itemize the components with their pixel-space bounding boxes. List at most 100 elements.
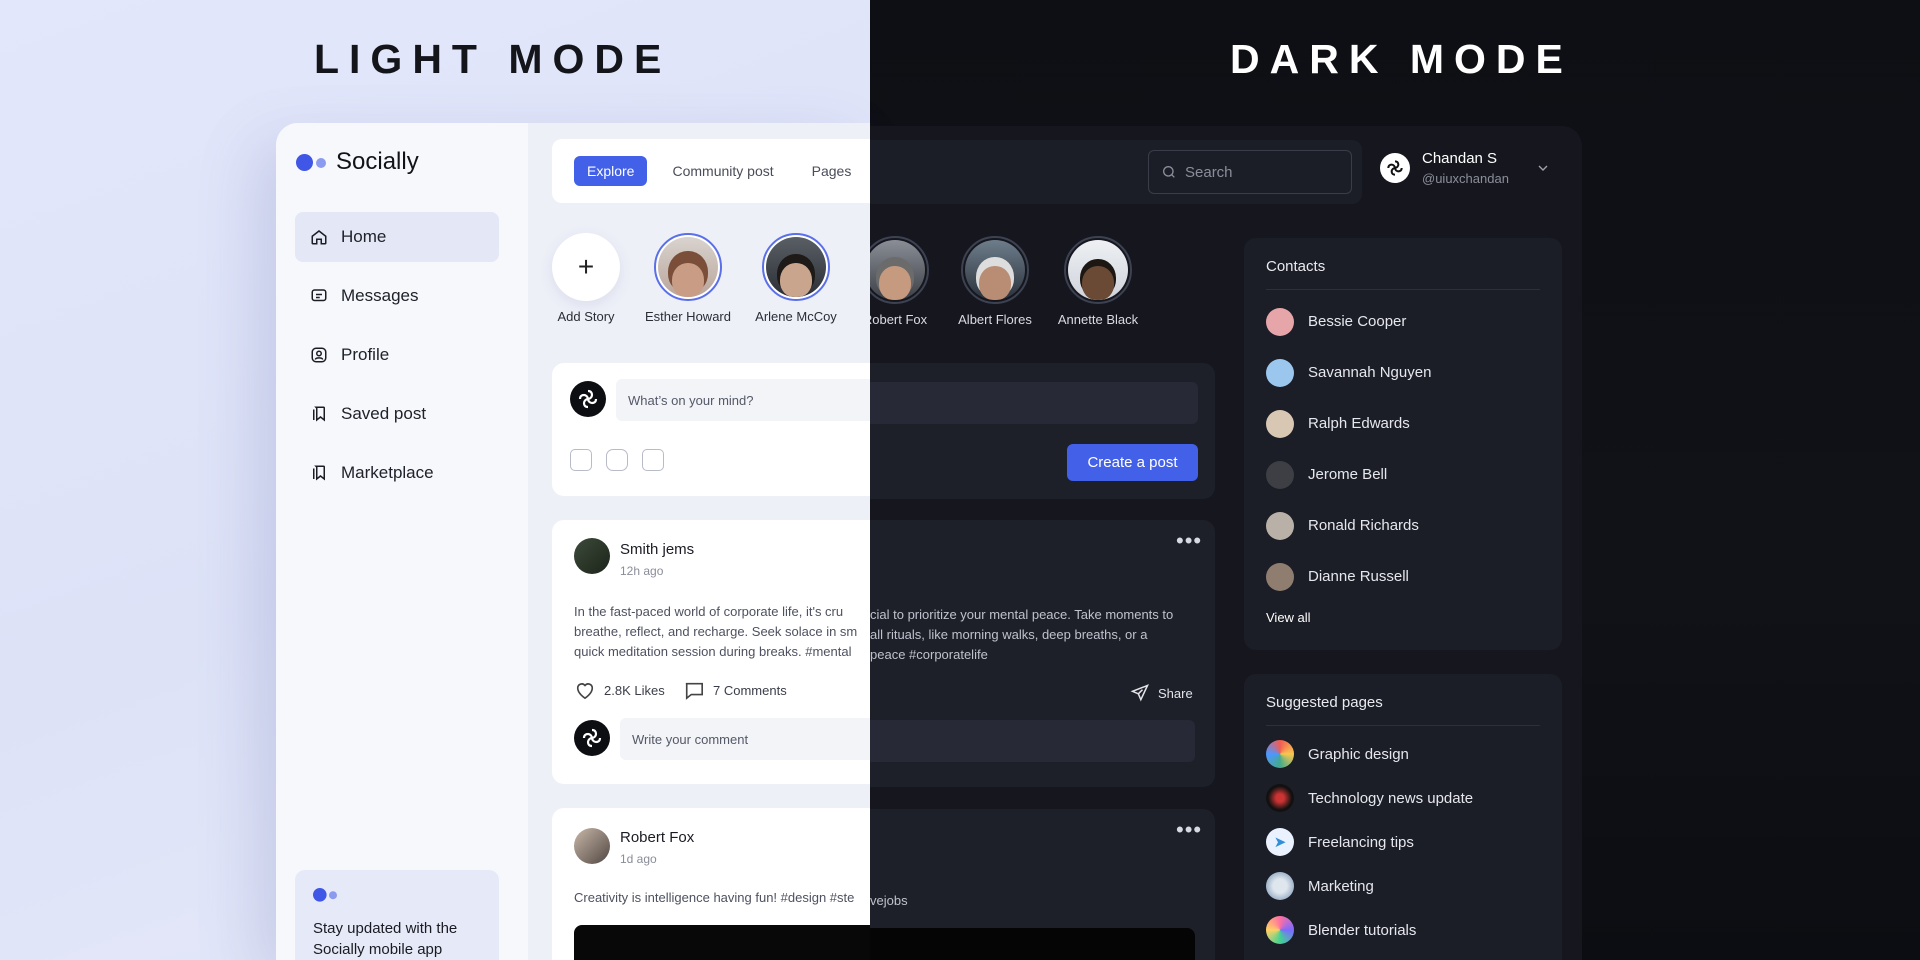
post-image[interactable] [574, 925, 870, 960]
comment-input-dark[interactable] [870, 720, 1195, 762]
whats-on-your-mind-input[interactable]: What’s on your mind? [616, 379, 870, 421]
avatar [870, 236, 929, 304]
page-name: Marketing [1308, 877, 1374, 895]
chevron-down-icon [1538, 165, 1548, 171]
post-author-block: Robert Fox 1d ago [620, 829, 694, 866]
suggested-pages-title: Suggested pages [1266, 694, 1383, 711]
post-text-line: breathe, reflect, and recharge. Seek sol… [574, 624, 858, 639]
contact-name: Dianne Russell [1308, 568, 1409, 585]
suggested-page-item[interactable]: Marketing [1244, 864, 1562, 908]
user-name: Chandan S [1422, 150, 1498, 167]
likes-count: 2.8K Likes [604, 682, 665, 698]
tab-explore[interactable]: Explore [574, 156, 648, 186]
video-icon[interactable] [606, 449, 628, 471]
sidebar-item-marketplace[interactable]: Marketplace [295, 448, 499, 498]
divider [1266, 289, 1540, 290]
avatar[interactable] [574, 538, 610, 574]
post-author[interactable]: Smith jems [620, 541, 694, 558]
post-text-line: all rituals, like morning walks, deep br… [870, 627, 1148, 642]
contact-item[interactable]: Bessie Cooper [1244, 296, 1562, 347]
tab-pages[interactable]: Pages [799, 156, 865, 186]
sidebar-item-saved-post[interactable]: Saved post [295, 389, 499, 439]
light-app-window: Socially Home Messages Profile Saved pos… [276, 123, 870, 960]
avatar [1266, 358, 1294, 387]
logo[interactable]: Socially [296, 148, 419, 176]
marketing-page-icon [1266, 872, 1294, 900]
story-name: Esther Howard [645, 309, 731, 324]
more-options-icon[interactable]: ••• [1176, 819, 1202, 841]
user-handle: @uiuxchandan [1422, 171, 1509, 186]
brand-name: Socially [336, 148, 419, 175]
avatar [961, 236, 1029, 304]
suggested-pages-panel: Suggested pages Graphic design Technolog… [1244, 674, 1562, 960]
post-card-dark: ••• vejobs [870, 809, 1215, 960]
sidebar-item-label: Home [341, 227, 387, 246]
composer-attachments [570, 449, 664, 471]
story-name: Arlene McCoy [755, 309, 837, 324]
post-author[interactable]: Robert Fox [620, 829, 694, 846]
post-image-dark[interactable] [870, 928, 1195, 960]
contact-name: Ronald Richards [1308, 517, 1419, 534]
contact-item[interactable]: Savannah Nguyen [1244, 347, 1562, 398]
story-name: Albert Flores [958, 312, 1032, 327]
calendar-icon[interactable] [642, 449, 664, 471]
sidebar-item-messages[interactable]: Messages [295, 271, 499, 321]
more-options-icon[interactable]: ••• [1176, 530, 1202, 552]
sidebar-item-label: Messages [341, 286, 419, 305]
contact-item[interactable]: Ronald Richards [1244, 500, 1562, 551]
message-icon [310, 287, 328, 305]
paper-plane-icon: ➤ [1266, 828, 1294, 856]
view-all-contacts-link[interactable]: View all [1244, 610, 1562, 625]
send-icon [1130, 684, 1149, 702]
post-composer-dark: Create a post [870, 363, 1215, 499]
sidebar-item-home[interactable]: Home [295, 212, 499, 262]
story-item[interactable]: Esther Howard [638, 233, 738, 324]
comments-button[interactable]: 7 Comments [683, 680, 787, 700]
post-text: Creativity is intelligence having fun! #… [574, 890, 855, 905]
avatar [1266, 409, 1294, 438]
user-avatar-logo-icon [1380, 153, 1410, 183]
story-item[interactable]: Arlene McCoy [746, 233, 846, 324]
contact-name: Ralph Edwards [1308, 415, 1410, 432]
post-card: Smith jems 12h ago In the fast-paced wor… [552, 520, 870, 784]
suggested-page-item[interactable]: ➤ Freelancing tips [1244, 820, 1562, 864]
mobile-app-promo[interactable]: Stay updated with the Socially mobile ap… [295, 870, 499, 960]
like-button[interactable]: 2.8K Likes [574, 680, 665, 700]
story-item[interactable]: Annette Black [1048, 236, 1148, 327]
image-icon[interactable] [570, 449, 592, 471]
contacts-title: Contacts [1266, 258, 1326, 275]
story-item[interactable]: Albert Flores [945, 236, 1045, 327]
search-input[interactable]: Search [1148, 150, 1352, 194]
avatar[interactable] [574, 828, 610, 864]
contact-item[interactable]: Jerome Bell [1244, 449, 1562, 500]
create-post-button[interactable]: Create a post [1067, 444, 1198, 481]
tab-community-post[interactable]: Community post [659, 156, 786, 186]
comment-input[interactable]: Write your comment [620, 718, 870, 760]
contact-item[interactable]: Ralph Edwards [1244, 398, 1562, 449]
user-profile-menu[interactable]: Chandan S @uiuxchandan [1380, 150, 1551, 186]
user-avatar-logo-icon [574, 720, 610, 756]
sidebar-item-label: Marketplace [341, 463, 434, 482]
stories-row-dark: Robert Fox Albert Flores Annette Black [870, 236, 1170, 346]
post-text: In the fast-paced world of corporate lif… [574, 602, 870, 662]
suggested-page-item[interactable]: Graphic design [1244, 732, 1562, 776]
store-icon [310, 464, 328, 482]
logo-mark-icon [313, 888, 339, 902]
contact-item[interactable]: Dianne Russell [1244, 551, 1562, 602]
logo-mark-icon [296, 154, 328, 171]
graphic-design-page-icon [1266, 740, 1294, 768]
story-item[interactable]: Robert Fox [870, 236, 945, 327]
stories-row: + Add Story Esther Howard Arlene McCoy [528, 233, 870, 343]
whats-on-your-mind-input-dark[interactable] [870, 382, 1198, 424]
add-story[interactable]: + Add Story [536, 233, 636, 324]
page-name: Technology news update [1308, 789, 1474, 807]
search-icon [1163, 166, 1175, 178]
contact-name: Savannah Nguyen [1308, 364, 1432, 381]
suggested-page-item[interactable]: Technology news update [1244, 776, 1562, 820]
sidebar-item-profile[interactable]: Profile [295, 330, 499, 380]
share-label: Share [1158, 685, 1193, 701]
share-button[interactable]: Share [1130, 683, 1193, 703]
story-name: Annette Black [1057, 312, 1139, 327]
blender-page-icon [1266, 916, 1294, 944]
suggested-page-item[interactable]: Blender tutorials [1244, 908, 1562, 952]
